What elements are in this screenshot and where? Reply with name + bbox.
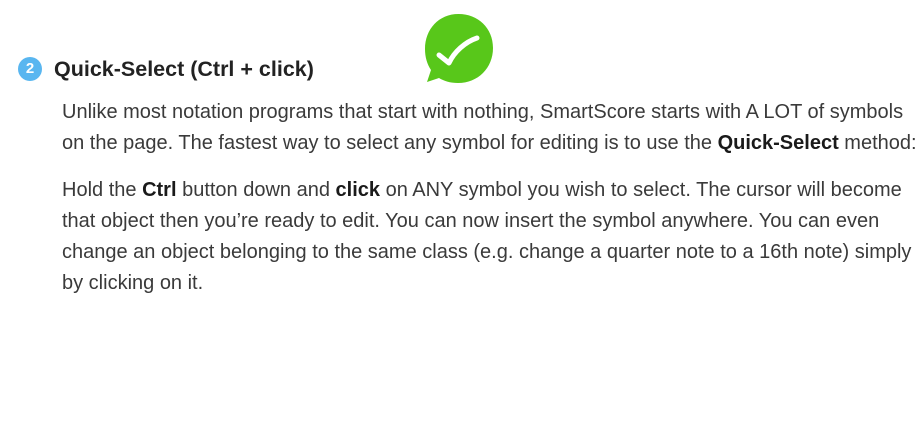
instructions-text: Hold the [62, 179, 143, 201]
instructions-text-mid: button down and [176, 179, 336, 201]
step-number-badge: 2 [18, 57, 42, 81]
section-heading: Quick-Select (Ctrl + click) [54, 57, 314, 81]
checkmark-icon [425, 14, 493, 83]
click-term: click [335, 179, 381, 201]
intro-paragraph: Unlike most notation programs that start… [62, 97, 922, 159]
intro-text-end: method: [838, 132, 917, 154]
ctrl-key-term: Ctrl [142, 179, 177, 201]
section-content: Unlike most notation programs that start… [62, 97, 922, 315]
quick-select-term: Quick-Select [717, 132, 839, 154]
instructions-paragraph: Hold the Ctrl button down and click on A… [62, 175, 922, 299]
